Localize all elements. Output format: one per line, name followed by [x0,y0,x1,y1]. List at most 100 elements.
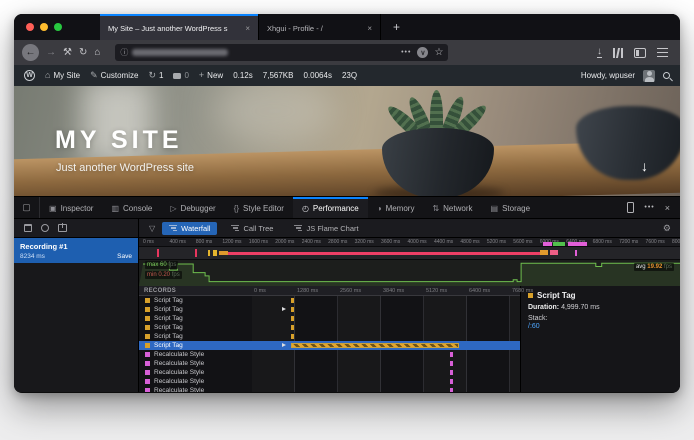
navigation-toolbar: ← → ⚒ ↻ ⌂ ⓘ ••• ∨ ☆ ↓ [14,40,680,65]
browser-tab[interactable]: Xhgui - Profile - /× [258,14,380,40]
script-tag-icon [145,298,150,303]
performance-toolbar: ▽ WaterfallCall TreeJS Flame Chart ⚙ [14,218,680,238]
tab-console[interactable]: ▥Console [102,197,161,218]
home-button[interactable]: ⌂ [94,48,100,58]
wp-my-site-link[interactable]: ⌂ My Site [45,71,80,80]
tab-storage[interactable]: ▤Storage [482,197,540,218]
browser-tab[interactable]: My Site – Just another WordPress s× [100,14,258,40]
record-label: Recalculate Style [154,351,204,358]
minimize-window-button[interactable] [40,23,48,31]
import-recording-icon[interactable] [58,224,67,232]
tab-network[interactable]: ⇅Network [423,197,481,218]
recording-item[interactable]: Recording #1 8234 ms Save [14,238,138,263]
wrench-icon[interactable]: ⚒ [63,48,72,58]
tab-label: Debugger [181,204,216,213]
wp-howdy-link[interactable]: Howdy, wpuser [581,71,635,80]
tab-debugger[interactable]: ▷Debugger [161,197,224,218]
records-header-label: RECORDS [139,288,176,294]
overview-ruler: 0 ms400 ms800 ms1200 ms1600 ms2000 ms240… [139,238,680,247]
forward-button[interactable]: → [46,48,56,58]
zoom-window-button[interactable] [54,23,62,31]
waterfall-marker[interactable] [291,307,294,312]
menu-icon[interactable] [657,48,668,57]
view-tab-waterfall[interactable]: Waterfall [162,222,217,235]
record-row-script[interactable]: Script Tag [139,332,520,341]
devtools-menu-icon[interactable]: ••• [644,204,654,211]
waterfall-marker[interactable] [450,352,453,357]
recalculate-style-icon [145,361,150,366]
library-icon[interactable] [613,48,623,58]
detail-stack-link[interactable]: /:60 [528,323,673,330]
waterfall-marker[interactable] [291,316,294,321]
pocket-icon[interactable]: ∨ [417,47,428,58]
performance-panel: Recording #1 8234 ms Save 0 ms400 ms800 … [14,238,680,392]
waterfall-bar[interactable] [291,343,459,348]
record-row-script[interactable]: Script Tag [139,314,520,323]
back-button[interactable]: ← [22,44,39,61]
reload-button[interactable]: ↻ [79,48,87,58]
site-info-icon[interactable]: ⓘ [120,47,128,58]
record-row-style[interactable]: Recalculate Style [139,368,520,377]
waterfall-marker[interactable] [450,361,453,366]
overview-ruler-tick: 1600 ms [249,239,268,245]
tab-label: Performance [313,204,359,213]
tab-memory[interactable]: ◑Memory [368,197,424,218]
address-bar[interactable]: ⓘ ••• ∨ ☆ [115,44,448,61]
waterfall-marker[interactable] [291,325,294,330]
waterfall-marker[interactable] [291,298,294,303]
record-row-style[interactable]: Recalculate Style [139,386,520,392]
overview-markers[interactable] [139,247,680,260]
wordpress-logo-icon[interactable]: W [24,70,35,81]
wp-new-link[interactable]: + New [199,71,223,80]
wp-admin-bar: W ⌂ My Site ✎ Customize ↻ 1 0 + New 0.12… [14,65,680,86]
record-row-script[interactable]: Script Tag [139,341,520,350]
responsive-mode-icon[interactable] [627,202,634,213]
performance-settings-icon[interactable]: ⚙ [663,223,680,234]
page-actions-icon[interactable]: ••• [401,49,411,56]
tab-inspector[interactable]: ▣Inspector [40,197,102,218]
avatar[interactable] [643,70,655,82]
record-row-style[interactable]: Recalculate Style [139,377,520,386]
close-window-button[interactable] [26,23,34,31]
search-icon[interactable] [663,72,670,79]
tab-close-icon[interactable]: × [367,24,372,33]
record-row-style[interactable]: Recalculate Style [139,359,520,368]
site-title[interactable]: MY SITE [55,126,183,155]
waterfall-ruler-tick: 7680 ms [512,288,533,294]
expand-arrow-icon[interactable] [282,343,286,347]
overview-ruler-tick: 1200 ms [222,239,241,245]
wp-updates-link[interactable]: ↻ 1 [148,71,163,80]
overview-ruler-tick: 7200 ms [619,239,638,245]
clear-recordings-icon[interactable] [24,224,32,232]
record-icon[interactable] [41,224,49,232]
waterfall-records: RECORDS 0 ms1280 ms2560 ms3840 ms5120 ms… [139,286,520,392]
view-tab-js-flame-chart[interactable]: JS Flame Chart [287,222,365,235]
tab-close-icon[interactable]: × [245,24,250,33]
view-tab-icon [169,225,177,232]
pick-element-icon[interactable]: ▢ [14,197,40,218]
tab-performance[interactable]: ◴Performance [293,197,368,218]
expand-arrow-icon[interactable] [282,307,286,311]
framerate-graph[interactable]: max 60 fps min 0.20 fps avg 19.92 fps [139,260,680,286]
record-row-script[interactable]: Script Tag [139,323,520,332]
sidebar-icon[interactable] [634,48,646,58]
waterfall-marker[interactable] [291,334,294,339]
waterfall-marker[interactable] [450,379,453,384]
bookmark-star-icon[interactable]: ☆ [434,47,443,58]
downloads-icon[interactable]: ↓ [597,47,602,58]
record-row-script[interactable]: Script Tag [139,305,520,314]
waterfall-marker[interactable] [450,388,453,392]
waterfall-marker[interactable] [450,370,453,375]
recalculate-style-icon [145,370,150,375]
devtools-close-icon[interactable]: × [665,203,670,213]
wp-customize-link[interactable]: ✎ Customize [90,71,138,80]
recording-save-link[interactable]: Save [117,253,132,260]
record-row-script[interactable]: Script Tag [139,296,520,305]
fps-max-label: max 60 fps [145,261,178,269]
tab-style-editor[interactable]: {}Style Editor [225,197,293,218]
view-tab-call-tree[interactable]: Call Tree [224,222,280,235]
record-row-style[interactable]: Recalculate Style [139,350,520,359]
scroll-down-arrow[interactable]: ↓ [641,158,648,174]
new-tab-button[interactable]: + [380,14,412,40]
wp-comments-link[interactable]: 0 [173,71,188,80]
